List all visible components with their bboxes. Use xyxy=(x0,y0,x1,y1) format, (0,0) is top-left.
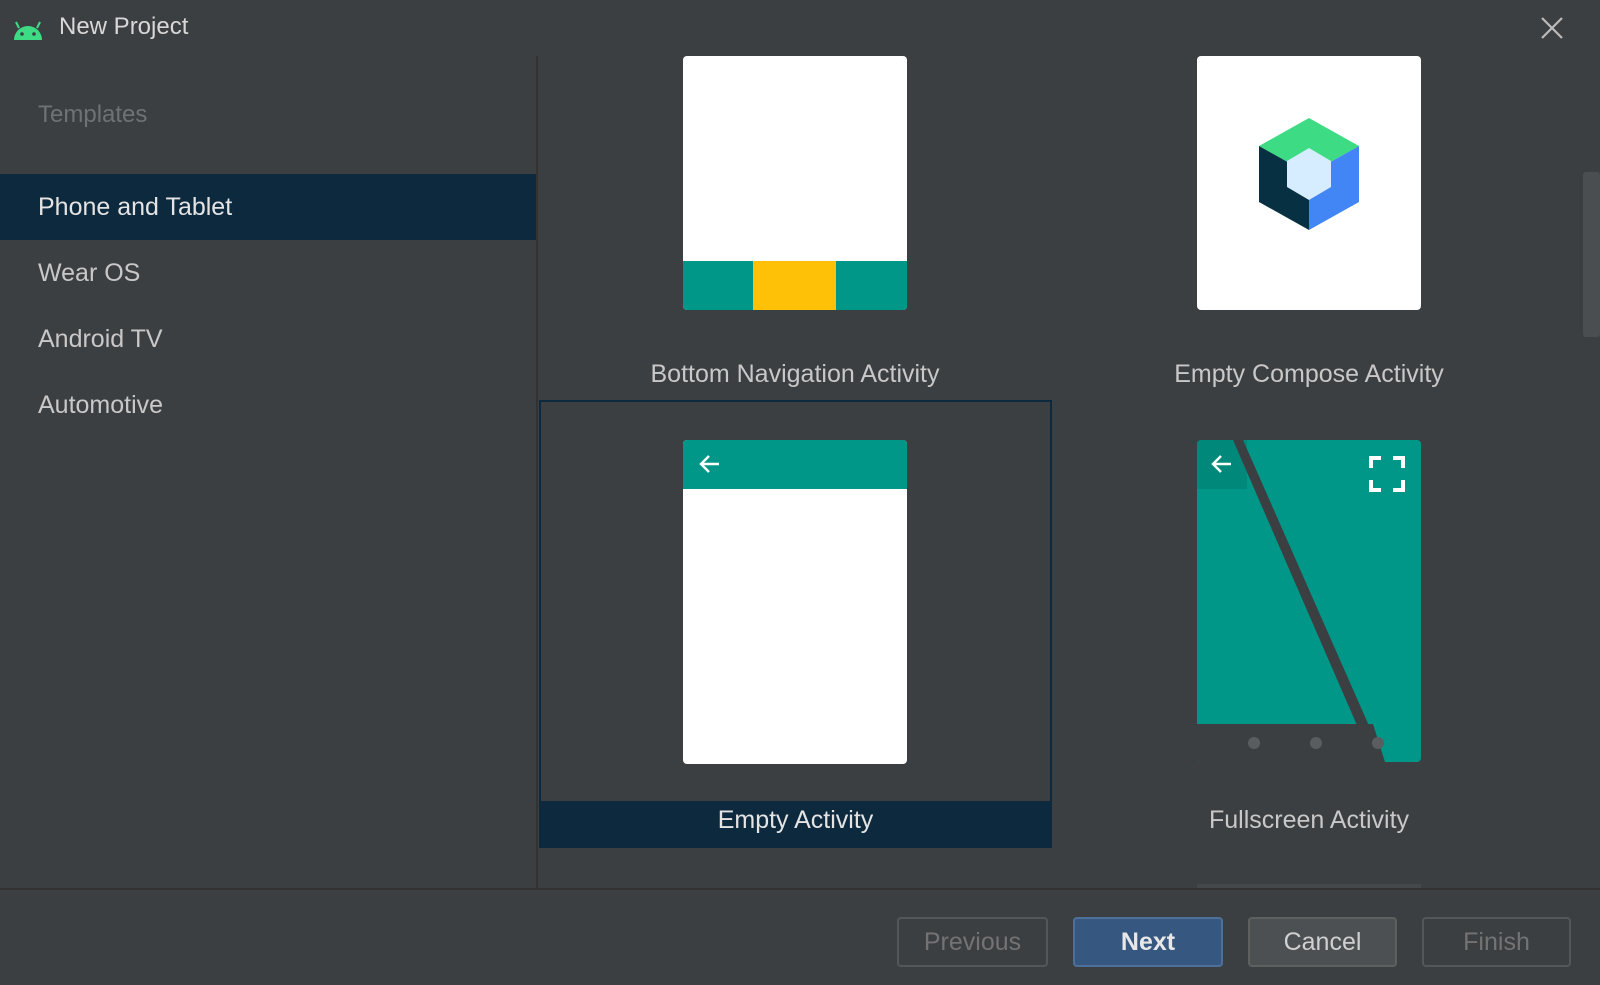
template-card-fullscreen[interactable]: Fullscreen Activity xyxy=(1052,400,1566,848)
templates-header: Templates xyxy=(38,101,148,128)
nav-dot xyxy=(1248,737,1260,749)
title-bar: New Project xyxy=(0,0,1600,56)
nav-dot xyxy=(1310,737,1322,749)
sidebar-item-android-tv[interactable]: Android TV xyxy=(0,306,536,372)
fullscreen-preview xyxy=(1197,440,1421,762)
cancel-button[interactable]: Cancel xyxy=(1248,917,1397,967)
app-bar xyxy=(683,440,907,489)
gallery-scrollbar[interactable] xyxy=(1583,172,1600,337)
bottom-nav-selected-tab xyxy=(753,261,836,310)
dialog-button-bar: Previous Next Cancel Finish xyxy=(0,888,1600,985)
fullscreen-expand-icon xyxy=(1369,456,1405,492)
template-gallery: Bottom Navigation Activity Empty Compose… xyxy=(538,56,1600,888)
sidebar-item-automotive[interactable]: Automotive xyxy=(0,372,536,438)
bottom-navigation-preview xyxy=(683,56,907,310)
finish-button[interactable]: Finish xyxy=(1422,917,1571,967)
sidebar-item-wear-os[interactable]: Wear OS xyxy=(0,240,536,306)
android-icon xyxy=(14,21,42,40)
template-label: Empty Activity xyxy=(717,806,874,834)
back-arrow-icon xyxy=(699,455,719,473)
close-icon[interactable] xyxy=(1538,14,1566,42)
template-label: Bottom Navigation Activity xyxy=(650,360,940,388)
previous-button[interactable]: Previous xyxy=(897,917,1048,967)
next-button[interactable]: Next xyxy=(1073,917,1223,967)
template-card-bottom-navigation[interactable]: Bottom Navigation Activity xyxy=(538,56,1052,396)
back-arrow-icon xyxy=(1211,455,1231,473)
template-label: Empty Compose Activity xyxy=(1174,360,1444,388)
window-title: New Project xyxy=(59,13,189,40)
empty-compose-preview xyxy=(1197,56,1421,310)
nav-dot xyxy=(1372,737,1384,749)
template-card-empty-activity[interactable]: Empty Activity xyxy=(539,400,1052,848)
sidebar-item-phone-and-tablet[interactable]: Phone and Tablet xyxy=(0,174,536,240)
empty-activity-preview xyxy=(683,440,907,764)
jetpack-compose-icon xyxy=(1259,118,1359,230)
template-card-empty-compose[interactable]: Empty Compose Activity xyxy=(1052,56,1566,396)
category-sidebar: Templates Phone and Tablet Wear OS Andro… xyxy=(0,56,538,888)
template-label: Fullscreen Activity xyxy=(1208,806,1410,834)
